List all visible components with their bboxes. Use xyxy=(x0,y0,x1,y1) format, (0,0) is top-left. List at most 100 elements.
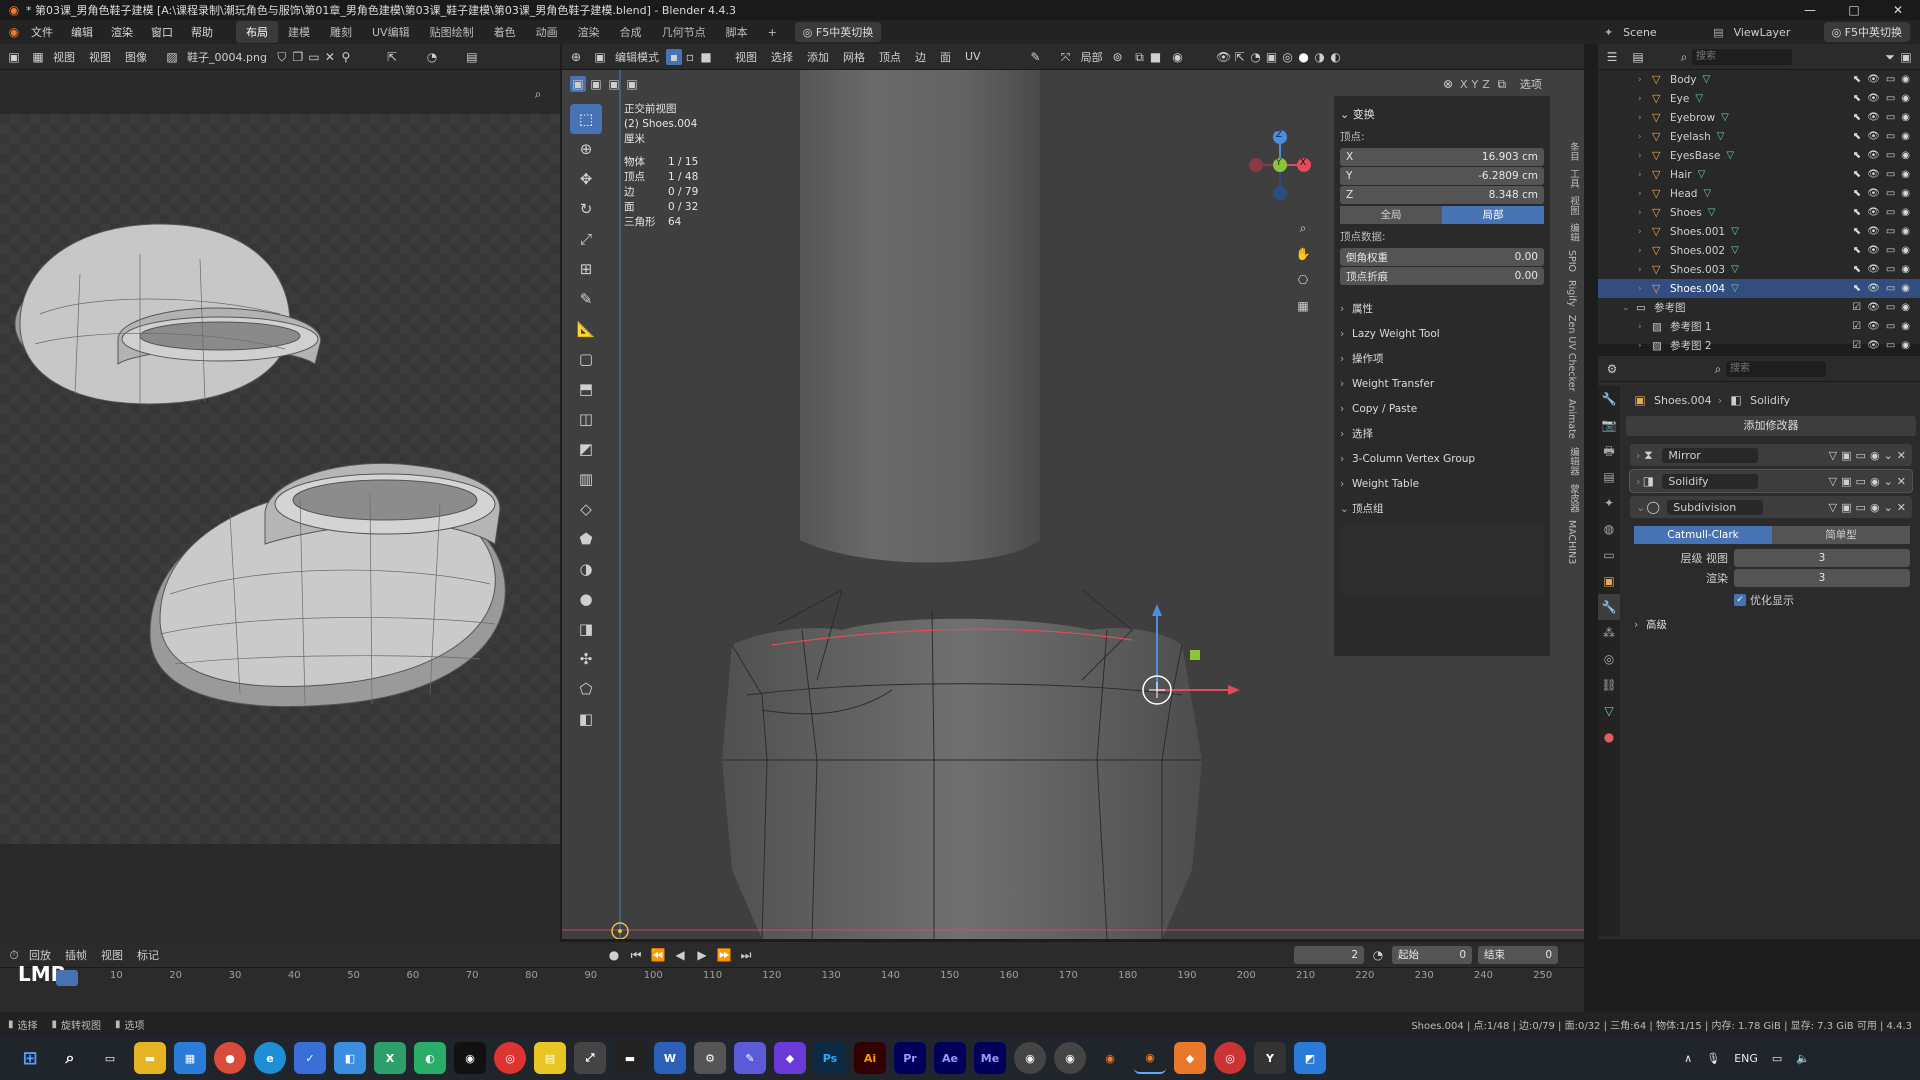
prev-key-icon[interactable]: ⏪ xyxy=(650,947,666,963)
view-layer-tab-icon[interactable]: ▤ xyxy=(1598,464,1620,490)
tab-zen-uv-checker[interactable]: Zen UV Checker xyxy=(1566,315,1577,392)
tab-animation[interactable]: 动画 xyxy=(526,21,568,43)
notes-icon[interactable]: ▤ xyxy=(534,1042,566,1074)
render-icon[interactable]: ◉ xyxy=(1870,449,1880,462)
dropdown-icon[interactable]: ⌄ xyxy=(1884,475,1893,488)
mirror-butterfly-icon[interactable]: ⊗ xyxy=(1440,76,1456,92)
microphone-icon[interactable]: 🎙 xyxy=(1706,1052,1720,1065)
unlink-icon[interactable]: ✕ xyxy=(322,49,338,65)
outliner-item-ref-2[interactable]: › ▨ 参考图 2 ☑ 👁 ▭ ◉ xyxy=(1598,336,1920,355)
next-key-icon[interactable]: ⏩ xyxy=(716,947,732,963)
filter-icon[interactable]: ⏷ xyxy=(1882,49,1898,65)
measure-tool-icon[interactable]: 📐 xyxy=(570,314,602,344)
shear-tool-icon[interactable]: ⬠ xyxy=(570,674,602,704)
play-reverse-icon[interactable]: ◀ xyxy=(672,947,688,963)
outliner-item-body[interactable]: › ▽ Body ▽ ⬉ 👁 ▭ ◉ xyxy=(1598,70,1920,89)
options-dropdown[interactable]: 选项 xyxy=(1520,76,1542,92)
tab-animate[interactable]: Animate xyxy=(1566,399,1577,439)
modifier-solidify[interactable]: › ◨ Solidify ▽ ▣ ▭ ◉ ⌄ ✕ xyxy=(1629,469,1913,493)
tab-shading[interactable]: 着色 xyxy=(484,21,526,43)
editmode-icon[interactable]: ▣ xyxy=(1841,501,1851,514)
jump-end-icon[interactable]: ⏭ xyxy=(738,947,754,963)
pivot-icon[interactable]: ⊚ xyxy=(1110,49,1126,65)
vertex-x-field[interactable]: X 16.903 cm xyxy=(1340,148,1544,166)
vertex-z-field[interactable]: Z 8.348 cm xyxy=(1340,186,1544,204)
display-mode-icon[interactable]: ▤ xyxy=(1630,49,1646,65)
task-view-icon[interactable]: ▭ xyxy=(94,1042,126,1074)
add-cube-tool-icon[interactable]: ▢ xyxy=(570,344,602,374)
tab-item[interactable]: 条目 xyxy=(1566,142,1580,161)
shading-solid-icon[interactable]: ● xyxy=(1296,49,1312,65)
menu-playback[interactable]: 回放 xyxy=(22,947,58,963)
edge-select-icon[interactable]: ▫ xyxy=(682,49,698,65)
app-icon-10[interactable]: ◉ xyxy=(1054,1042,1086,1074)
local-button[interactable]: 局部 xyxy=(1442,206,1544,224)
open-folder-icon[interactable]: ▭ xyxy=(306,49,322,65)
tab-scripting[interactable]: 脚本 xyxy=(716,21,758,43)
levels-viewport-field[interactable]: 3 xyxy=(1734,549,1910,567)
tab-uv-editing[interactable]: UV编辑 xyxy=(362,21,420,43)
vertex-select-icon[interactable]: ▪ xyxy=(666,48,682,65)
section-operations[interactable]: › 操作项 xyxy=(1340,346,1544,371)
zoom-icon[interactable]: ⌕ xyxy=(530,86,546,102)
section-select[interactable]: › 选择 xyxy=(1340,421,1544,446)
app-icon-2[interactable]: ◧ xyxy=(334,1042,366,1074)
app-icon-11[interactable]: ◆ xyxy=(1174,1042,1206,1074)
editor-type-icon[interactable]: ▣ xyxy=(6,49,22,65)
tab-modeling[interactable]: 建模 xyxy=(278,21,320,43)
add-workspace-icon[interactable]: + xyxy=(758,23,787,42)
gizmo-icon[interactable]: ⇱ xyxy=(384,49,400,65)
pin-icon[interactable]: ⚲ xyxy=(338,49,354,65)
gizmo-toggle-icon[interactable]: ⇱ xyxy=(1232,49,1248,65)
tab-spio[interactable]: SPIO xyxy=(1566,250,1577,272)
app-icon-6[interactable]: W xyxy=(654,1042,686,1074)
play-icon[interactable]: ▶ xyxy=(694,947,710,963)
vertex-group-list[interactable] xyxy=(1340,525,1544,595)
preview-range-icon[interactable]: ◔ xyxy=(1370,947,1386,963)
menu-select[interactable]: 选择 xyxy=(764,49,800,65)
menu-view[interactable]: 视图 xyxy=(728,49,764,65)
blender-icon-2[interactable]: ◉ xyxy=(1134,1042,1166,1074)
app-icon-7[interactable]: ✎ xyxy=(734,1042,766,1074)
fake-user-icon[interactable]: ⛉ xyxy=(274,49,290,65)
loop-cut-tool-icon[interactable]: ▥ xyxy=(570,464,602,494)
outliner-item-shoes[interactable]: › ▽ Shoes ▽ ⬉ 👁 ▭ ◉ xyxy=(1598,203,1920,222)
overlay-toggle-icon[interactable]: ◔ xyxy=(1248,49,1264,65)
menu-file[interactable]: 文件 xyxy=(22,24,62,40)
modifier-name-subdivision[interactable]: Subdivision xyxy=(1667,499,1764,515)
outliner-search-input[interactable] xyxy=(1692,48,1792,65)
menu-mesh[interactable]: 网格 xyxy=(836,49,872,65)
dropdown-icon[interactable]: ⌄ xyxy=(1884,501,1893,514)
blender-menu-icon[interactable]: ◉ xyxy=(6,24,22,40)
viewport-icon[interactable]: ▭ xyxy=(1856,449,1866,462)
close-icon[interactable]: ✕ xyxy=(1876,3,1920,17)
edit-cage-icon[interactable]: ▽ xyxy=(1829,501,1837,514)
output-tab-icon[interactable]: 🖶 xyxy=(1598,438,1620,464)
outliner-item-eyebrow[interactable]: › ▽ Eyebrow ▽ ⬉ 👁 ▭ ◉ xyxy=(1598,108,1920,127)
wechat-icon[interactable]: ◐ xyxy=(414,1042,446,1074)
tab-rendering[interactable]: 渲染 xyxy=(568,21,610,43)
extrude-tool-icon[interactable]: ⬒ xyxy=(570,374,602,404)
rotate-tool-icon[interactable]: ↻ xyxy=(570,194,602,224)
outliner-item-eyesbase[interactable]: › ▽ EyesBase ▽ ⬉ 👁 ▭ ◉ xyxy=(1598,146,1920,165)
editmode-icon[interactable]: ▣ xyxy=(1841,449,1851,462)
menu-render[interactable]: 渲染 xyxy=(102,24,142,40)
ortho-grid-icon[interactable]: ▦ xyxy=(1295,298,1311,314)
end-frame-field[interactable]: 结束 0 xyxy=(1478,945,1558,964)
shrink-fatten-tool-icon[interactable]: ✣ xyxy=(570,644,602,674)
menu-view-2[interactable]: 视图 xyxy=(82,49,118,65)
transform-tool-icon[interactable]: ⊞ xyxy=(570,254,602,284)
display-channels-icon[interactable]: ▤ xyxy=(464,49,480,65)
store-icon[interactable]: ▦ xyxy=(174,1042,206,1074)
remove-modifier-icon[interactable]: ✕ xyxy=(1897,475,1906,488)
menu-image[interactable]: 图像 xyxy=(118,49,154,65)
outliner-item-shoes-002[interactable]: › ▽ Shoes.002 ▽ ⬉ 👁 ▭ ◉ xyxy=(1598,241,1920,260)
scene-tab-icon[interactable]: ✦ xyxy=(1598,490,1620,516)
tab-skin[interactable]: 蒙皮器 xyxy=(1566,484,1580,513)
select-new-icon[interactable]: ▣ xyxy=(570,76,586,92)
tab-tool[interactable]: 工具 xyxy=(1566,169,1580,188)
tab-rigify[interactable]: Rigify xyxy=(1566,280,1577,307)
network-icon[interactable]: ▭ xyxy=(1772,1052,1782,1065)
edge-slide-tool-icon[interactable]: ◨ xyxy=(570,614,602,644)
section-lazy-weight-tool[interactable]: › Lazy Weight Tool xyxy=(1340,321,1544,346)
